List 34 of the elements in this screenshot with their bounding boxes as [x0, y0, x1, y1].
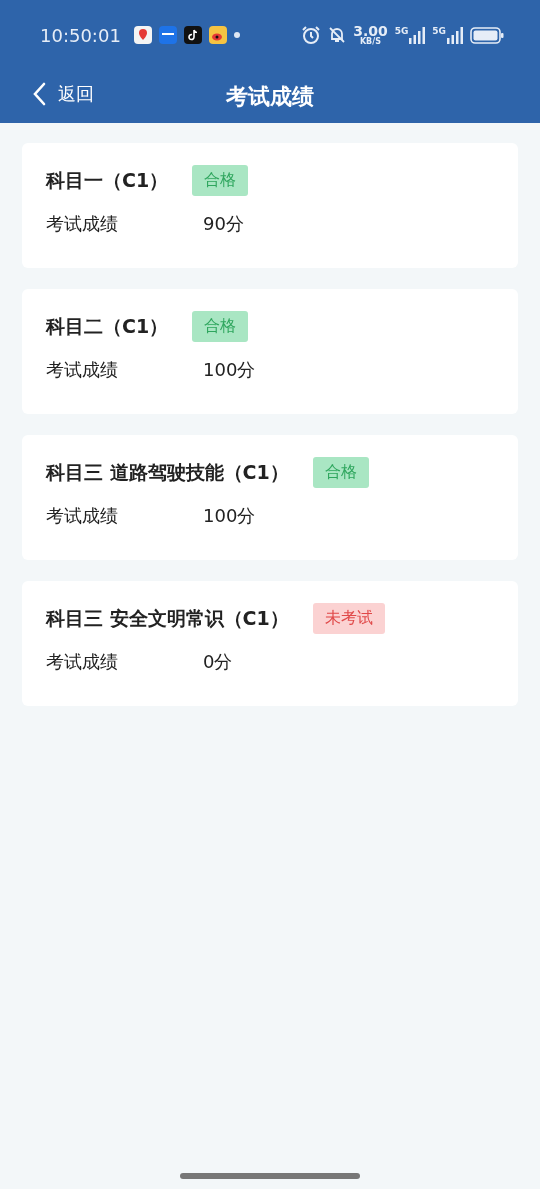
- map-pin-app-icon: [133, 26, 152, 44]
- subject-name: 科目一（C1）: [46, 167, 169, 193]
- network-label: 5G: [394, 26, 409, 36]
- status-time: 10:50:01: [40, 24, 121, 46]
- eye-app-icon: [208, 26, 227, 44]
- subject-name: 科目三 安全文明常识（C1）: [46, 605, 289, 631]
- network-label: 5G: [432, 26, 446, 36]
- music-note-app-icon: [183, 26, 202, 44]
- subject-name: 科目三 道路驾驶技能（C1）: [46, 459, 289, 485]
- battery-icon: [470, 26, 504, 44]
- alarm-icon: [301, 25, 322, 45]
- dot-icon: [233, 32, 240, 38]
- signal-icon: [409, 26, 426, 44]
- subject-name: 科目二（C1）: [46, 313, 169, 339]
- speed-unit: KB/S: [359, 38, 381, 46]
- score-label: 考试成绩: [46, 650, 119, 674]
- signal-icon: [447, 26, 463, 44]
- score-label: 考试成绩: [46, 212, 119, 236]
- bell-off-icon: [328, 26, 347, 44]
- score-value: 100分: [203, 504, 256, 528]
- score-label: 考试成绩: [46, 358, 119, 382]
- page-title: 考试成绩: [226, 82, 314, 111]
- back-button[interactable]: 返回: [28, 78, 98, 110]
- chevron-left-icon: [32, 82, 46, 106]
- app-icon: [158, 26, 177, 44]
- status-badge: 合格: [192, 165, 249, 196]
- score-value: 100分: [203, 358, 256, 382]
- score-value: 90分: [203, 212, 244, 236]
- score-label: 考试成绩: [46, 504, 119, 528]
- status-badge: 未考试: [312, 603, 385, 634]
- speed-value: 3.00: [353, 24, 388, 38]
- status-badge: 合格: [192, 311, 249, 342]
- status-badge: 合格: [312, 457, 369, 488]
- score-value: 0分: [203, 650, 233, 674]
